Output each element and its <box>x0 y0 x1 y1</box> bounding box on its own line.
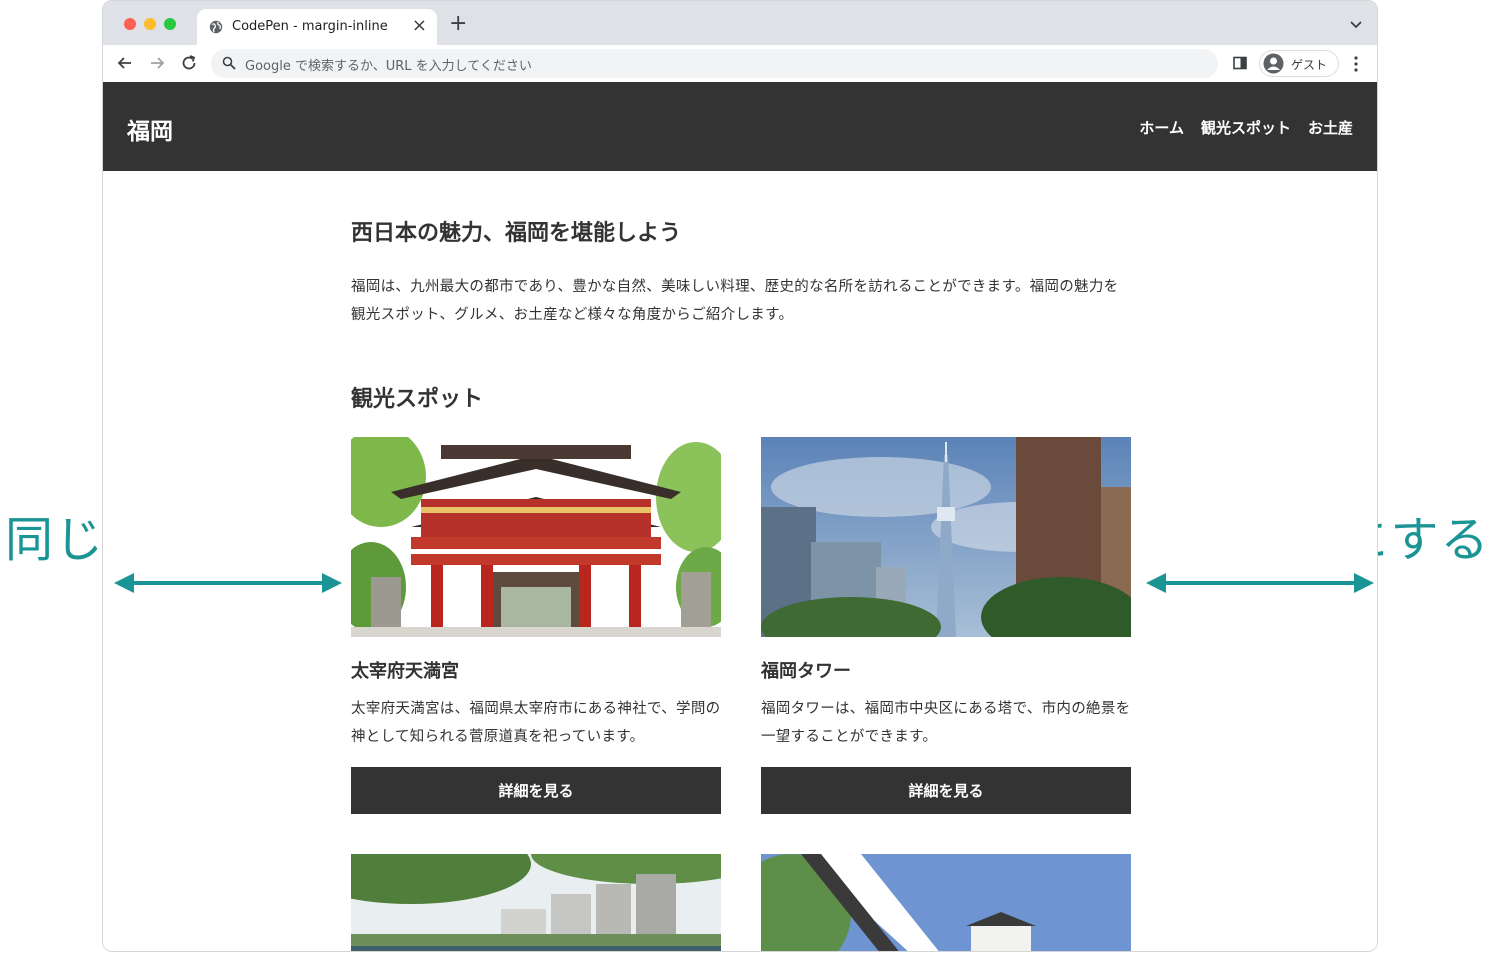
globe-icon <box>209 20 223 34</box>
profile-button[interactable]: ゲスト <box>1259 50 1339 77</box>
chevron-down-icon[interactable] <box>1349 17 1363 31</box>
nav-link-home[interactable]: ホーム <box>1139 117 1184 138</box>
web-page: 福岡 ホーム 観光スポット お土産 西日本の魅力、福岡を堪能しよう 福岡は、九州… <box>103 82 1377 951</box>
new-tab-button[interactable]: + <box>449 13 467 35</box>
tab-codepen[interactable]: CodePen - margin-inline × <box>197 9 437 45</box>
reload-icon[interactable] <box>179 53 199 73</box>
avatar-icon <box>1263 53 1284 74</box>
address-bar[interactable]: Google で検索するか、URL を入力してください <box>211 49 1218 78</box>
page-title: 西日本の魅力、福岡を堪能しよう <box>351 220 682 246</box>
tab-close-icon[interactable]: × <box>412 16 427 36</box>
double-arrow-left <box>114 573 342 593</box>
spot-card: 太宰府天満宮 太宰府天満宮は、福岡県太宰府市にある神社で、学問の神として知られる… <box>351 437 721 814</box>
card-title: 太宰府天満宮 <box>351 661 459 682</box>
browser-window: CodePen - margin-inline × + Google で検索する… <box>102 0 1378 952</box>
shrine-gate-image <box>351 437 721 637</box>
nav-link-spots[interactable]: 観光スポット <box>1201 117 1291 138</box>
double-arrow-right <box>1146 573 1374 593</box>
section-title-spots: 観光スポット <box>351 386 484 412</box>
site-logo[interactable]: 福岡 <box>127 112 173 146</box>
search-icon <box>222 56 236 70</box>
card-text: 福岡タワーは、福岡市中央区にある塔で、市内の絶景を一望することができます。 <box>761 701 1131 745</box>
maximize-window-button[interactable] <box>164 18 176 30</box>
site-nav: ホーム 観光スポット お土産 <box>1139 117 1353 138</box>
details-button[interactable]: 詳細を見る <box>761 767 1131 814</box>
intro-text: 福岡は、九州最大の都市であり、豊かな自然、美味しい料理、歴史的な名所を訪れること… <box>351 279 1119 323</box>
castle-image <box>761 854 1131 951</box>
tower-image <box>761 437 1131 637</box>
card-text: 太宰府天満宮は、福岡県太宰府市にある神社で、学問の神として知られる菅原道真を祀っ… <box>351 701 721 745</box>
browser-toolbar: Google で検索するか、URL を入力してください ゲスト <box>103 45 1377 82</box>
spot-card: 福岡タワー 福岡タワーは、福岡市中央区にある塔で、市内の絶景を一望することができ… <box>761 437 1131 814</box>
river-park-image <box>351 854 721 951</box>
tab-title: CodePen - margin-inline <box>232 19 388 34</box>
tab-strip: CodePen - margin-inline × + <box>103 1 1377 45</box>
site-header: 福岡 ホーム 観光スポット お土産 <box>103 82 1377 171</box>
back-arrow-icon[interactable] <box>115 53 135 73</box>
profile-label: ゲスト <box>1291 58 1328 72</box>
more-menu-icon[interactable] <box>1351 54 1361 74</box>
details-button[interactable]: 詳細を見る <box>351 767 721 814</box>
side-panel-icon[interactable] <box>1233 56 1247 70</box>
close-window-button[interactable] <box>124 18 136 30</box>
address-bar-placeholder: Google で検索するか、URL を入力してください <box>245 59 532 74</box>
nav-link-souvenirs[interactable]: お土産 <box>1308 117 1353 138</box>
forward-arrow-icon[interactable] <box>147 53 167 73</box>
card-title: 福岡タワー <box>761 661 851 682</box>
minimize-window-button[interactable] <box>144 18 156 30</box>
